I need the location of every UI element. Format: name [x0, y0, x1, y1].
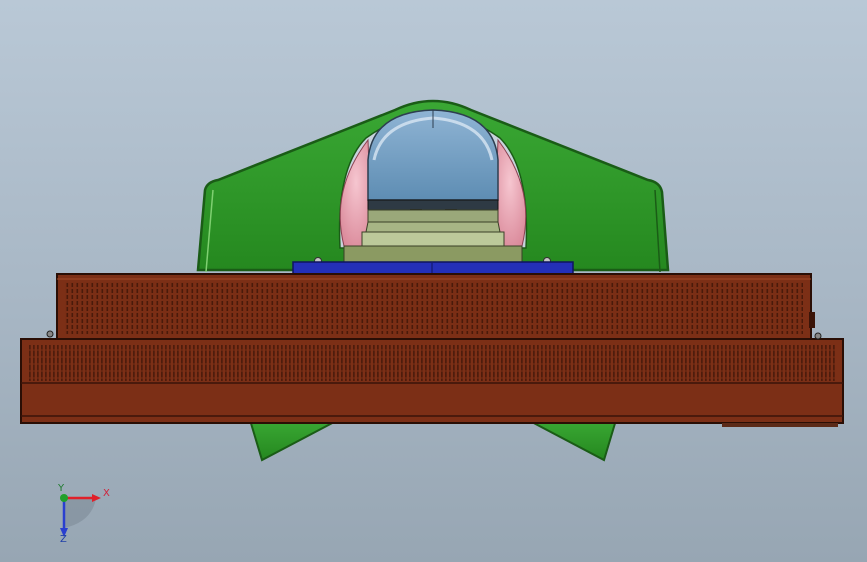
cad-viewport[interactable]: X Y Z: [0, 0, 867, 562]
blue-rail[interactable]: [292, 261, 574, 275]
x-axis-label: X: [103, 488, 110, 499]
screw-icon: [814, 332, 822, 340]
z-axis-label: Z: [60, 534, 67, 545]
coordinate-triad[interactable]: X Y Z: [57, 483, 110, 545]
y-axis-arrow: [60, 494, 68, 502]
heatsink-lower[interactable]: [20, 338, 844, 427]
y-axis-label: Y: [57, 483, 65, 494]
housing-lower-fins[interactable]: [248, 419, 618, 462]
heatsink-upper[interactable]: [56, 273, 815, 341]
3d-model-view[interactable]: X Y Z: [0, 0, 867, 562]
screw-icon: [46, 330, 54, 338]
olive-base-block[interactable]: [343, 245, 523, 263]
camera-mount[interactable]: [361, 199, 505, 247]
